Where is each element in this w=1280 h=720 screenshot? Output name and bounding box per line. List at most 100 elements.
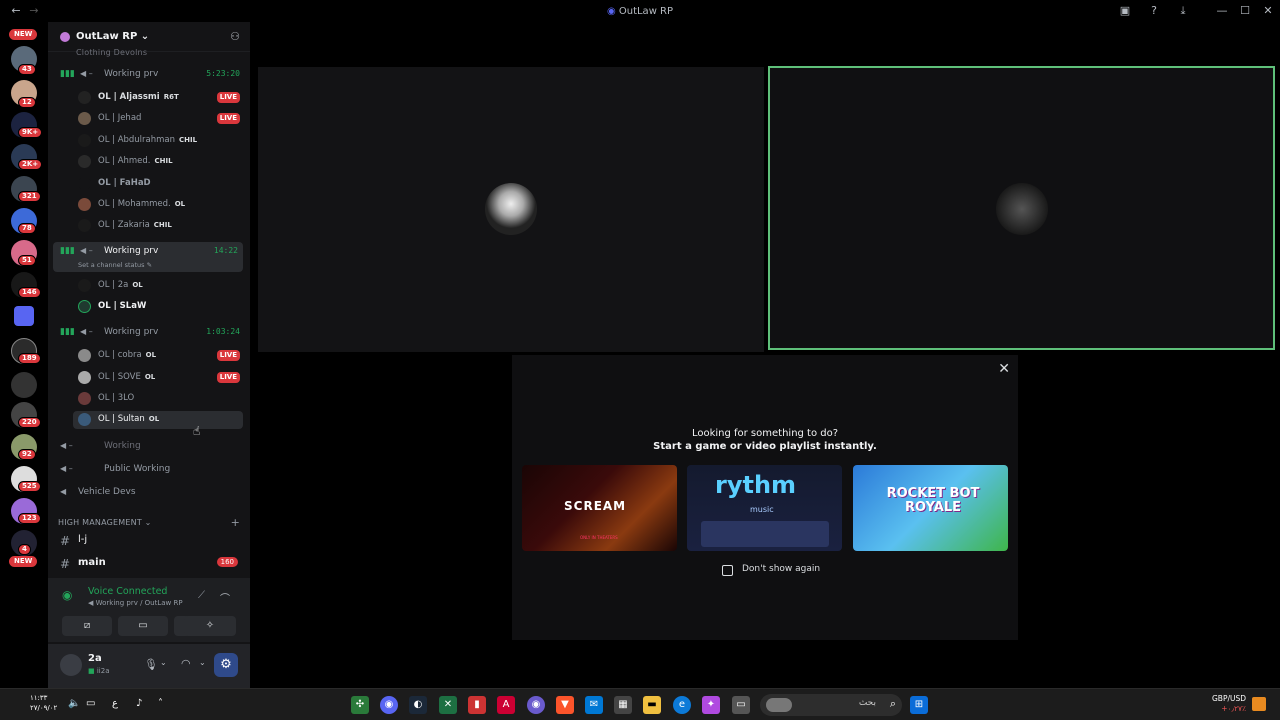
voice-location[interactable]: ◀ Working prv / OutLaw RP	[88, 599, 183, 607]
partial-channel: Clothing Devolns	[76, 48, 148, 57]
excel-icon[interactable]: ✕	[439, 696, 457, 714]
voice-user-hovered[interactable]: OL | Sultan OL	[73, 411, 243, 429]
noise-suppression-icon[interactable]: ⟋	[198, 590, 205, 601]
unread-badge: 160	[216, 557, 238, 567]
chevron-down-icon[interactable]: ⌄	[199, 658, 206, 667]
modal-title: Looking for something to do? Start a gam…	[512, 427, 1018, 453]
maximize-button[interactable]: ☐	[1237, 3, 1253, 19]
close-button[interactable]: ✕	[1260, 3, 1276, 19]
voice-channel[interactable]: ◀ Vehicle Devs	[48, 487, 250, 501]
server-icon[interactable]	[11, 372, 37, 398]
category-header[interactable]: HIGH MANAGEMENT ⌄ +	[58, 516, 240, 530]
title-bar: ← → ◉ OutLaw RP ▣ ? ⤓ — ☐ ✕	[0, 0, 1280, 22]
disconnect-icon[interactable]: ⌒	[220, 590, 230, 605]
adobe-icon[interactable]: A	[497, 696, 515, 714]
windows-start-icon[interactable]: ⊞	[910, 696, 928, 714]
voice-channel-selected[interactable]: ▮▮▮ ◀ – Working prv 14:22 Set a channel …	[53, 242, 243, 272]
chevron-down-icon[interactable]: ⌄	[160, 658, 167, 667]
checkbox-label[interactable]: Don't show again	[742, 564, 820, 574]
voice-activity-icon: ▮▮▮	[60, 327, 75, 337]
close-icon[interactable]: ✕	[998, 361, 1010, 377]
voice-user[interactable]: OL | 3LO	[48, 392, 250, 406]
channel-name: Working	[104, 441, 141, 451]
network-icon[interactable]: ▭	[86, 698, 95, 709]
voice-user[interactable]: OL | cobra OL LIVE	[48, 349, 250, 363]
dont-show-again-checkbox[interactable]	[722, 565, 733, 576]
screen-share-button[interactable]: ▭	[118, 616, 168, 636]
brave-icon[interactable]: ▼	[556, 696, 574, 714]
discord-icon[interactable]: ◉	[380, 696, 398, 714]
voice-channel[interactable]: ▮▮▮ ◀ – Working prv 1:03:24	[48, 327, 250, 341]
activity-card-rocket-bot-royale[interactable]: ROCKET BOT ROYALE	[853, 465, 1008, 551]
headphones-icon[interactable]: ◠	[181, 657, 191, 670]
search-box[interactable]: بحث ⌕	[760, 694, 902, 716]
voice-user[interactable]: OL | Mohammed. OL	[48, 198, 250, 212]
copilot-icon[interactable]: ✦	[702, 696, 720, 714]
user-name: OL | SOVE OL	[98, 372, 156, 382]
voice-user[interactable]: OL | Ahmed. CHIL	[48, 155, 250, 169]
minimize-button[interactable]: —	[1214, 3, 1230, 19]
channel-timer: 5:23:20	[206, 69, 240, 78]
voice-user[interactable]: OL | Zakaria CHIL	[48, 219, 250, 233]
voice-user[interactable]: OL | SLaW	[48, 300, 250, 314]
stock-widget[interactable]: GBP/USD +٠٫٢٧٪	[1212, 694, 1246, 714]
activity-card-rythm[interactable]: rythm music	[687, 465, 842, 551]
voice-user[interactable]: OL | Abdulrahman CHIL	[48, 134, 250, 148]
discord-icon[interactable]: ◉	[527, 696, 545, 714]
add-channel-icon[interactable]: +	[231, 516, 240, 529]
volume-icon[interactable]: 🔈	[68, 698, 80, 709]
help-icon[interactable]: ?	[1146, 3, 1162, 19]
app-icon[interactable]: ▮	[468, 696, 486, 714]
channel-name: Working prv	[104, 246, 159, 256]
voice-user[interactable]: OL | Aljassmi R6T LIVE	[48, 91, 250, 105]
user-name: OL | Sultan OL	[98, 414, 160, 424]
mention-badge: 146	[18, 287, 41, 298]
add-member-icon[interactable]: ⚇	[230, 30, 240, 43]
text-channel[interactable]: # main 160	[48, 557, 250, 573]
app-icon[interactable]: ✣	[351, 696, 369, 714]
live-badge: LIVE	[216, 350, 240, 361]
microphone-icon[interactable]: ♪	[136, 698, 142, 709]
language-indicator[interactable]: ع	[112, 698, 118, 709]
avatar	[78, 371, 91, 384]
steam-icon[interactable]: ◐	[409, 696, 427, 714]
voice-channel[interactable]: ◀ – Working	[48, 441, 250, 455]
task-view-icon[interactable]: ▭	[732, 696, 750, 714]
chevron-up-icon[interactable]: ˄	[158, 698, 163, 709]
channel-timer: 1:03:24	[206, 327, 240, 336]
widget-icon[interactable]	[1252, 697, 1266, 711]
voice-user[interactable]: OL | SOVE OL LIVE	[48, 371, 250, 385]
voice-user[interactable]: OL | 2a OL	[48, 279, 250, 293]
voice-stage: ✕ Looking for something to do? Start a g…	[250, 22, 1280, 688]
voice-user[interactable]: OL | Jehad LIVE	[48, 112, 250, 126]
download-icon[interactable]: ⤓	[1175, 3, 1191, 19]
participant-tile[interactable]	[258, 67, 764, 352]
avatar	[78, 279, 91, 292]
camera-button[interactable]: ⧄	[62, 616, 112, 636]
channel-sidebar: OutLaw RP ⌄ ⚇ Clothing Devolns ▮▮▮ ◀ – W…	[48, 22, 250, 688]
settings-gear-icon[interactable]: ⚙	[214, 653, 238, 677]
voice-user[interactable]: OL | FaHaD	[48, 177, 250, 191]
voice-channel[interactable]: ▮▮▮ ◀ – Working prv 5:23:20	[48, 69, 250, 83]
soundboard-button[interactable]: ✧	[184, 616, 236, 636]
clock[interactable]: ١١:٣٣ ٢٧/٠٩/٠٢	[30, 693, 57, 713]
voice-connected-label[interactable]: Voice Connected	[88, 586, 167, 597]
camera-off-icon: ⧄	[83, 620, 91, 631]
inbox-icon[interactable]: ▣	[1117, 3, 1133, 19]
channel-name: l-j	[78, 534, 88, 545]
folder-icon[interactable]	[14, 306, 34, 326]
text-channel[interactable]: # l-j	[48, 534, 250, 550]
edge-icon[interactable]: e	[673, 696, 691, 714]
activity-card-scream[interactable]: SCREAM ONLY IN THEATERS	[522, 465, 677, 551]
participant-tile-speaking[interactable]	[768, 66, 1275, 350]
outlook-icon[interactable]: ✉	[585, 696, 603, 714]
signal-icon[interactable]: ◉	[62, 588, 72, 602]
folder-icon[interactable]: ▬	[643, 696, 661, 714]
screen-share-icon: ▭	[138, 620, 148, 631]
voice-channel[interactable]: ◀ – Public Working	[48, 464, 250, 478]
channel-status[interactable]: Set a channel status ✎	[78, 261, 152, 269]
avatar[interactable]	[60, 654, 82, 676]
taskbar: ١١:٣٣ ٢٧/٠٩/٠٢ 🔈 ▭ ع ♪ ˄ ✣ ◉ ◐ ✕ ▮ A ◉ ▼ …	[0, 688, 1280, 720]
microphone-icon[interactable]: 🎙	[144, 658, 158, 671]
store-icon[interactable]: ▦	[614, 696, 632, 714]
